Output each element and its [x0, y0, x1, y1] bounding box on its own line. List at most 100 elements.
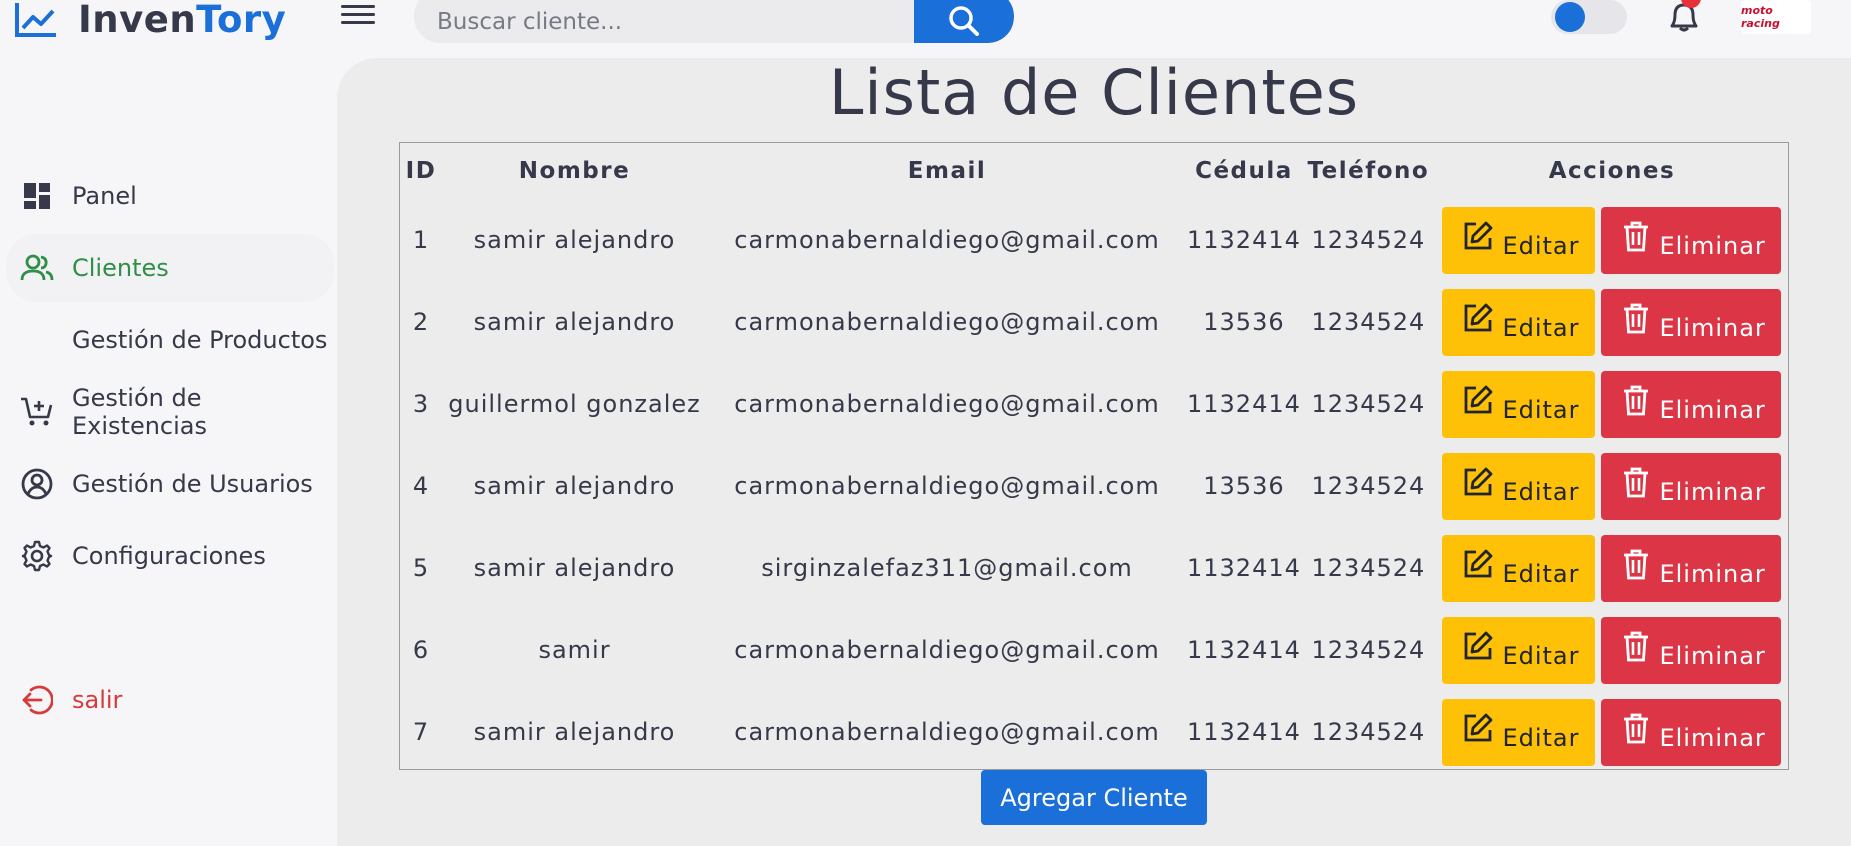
cell-id: 4: [412, 472, 430, 500]
column-header-id: ID: [405, 158, 437, 184]
table-row: 7 samir alejandro carmonabernaldiego@gmail…: [400, 691, 1788, 773]
edit-label: Editar: [1502, 477, 1580, 506]
delete-label: Eliminar: [1659, 559, 1766, 588]
edit-icon: [1465, 467, 1493, 495]
sidebar-item-label: Gestión de Existencias: [72, 384, 207, 440]
delete-label: Eliminar: [1659, 231, 1766, 260]
trash-icon: [1624, 221, 1649, 251]
sidebar-item-label: Panel: [72, 182, 137, 210]
edit-button[interactable]: Editar: [1442, 288, 1596, 356]
sidebar-item-existencias[interactable]: Gestión de Existencias: [6, 378, 334, 446]
edit-icon: [1465, 549, 1493, 577]
toggle-knob: [1555, 2, 1585, 32]
logout-icon: [20, 683, 54, 717]
search-button[interactable]: [914, 0, 1014, 43]
cell-telefono: 1234524: [1311, 226, 1426, 254]
sidebar-item-productos[interactable]: Gestión de Productos: [6, 306, 334, 374]
trash-icon: [1624, 467, 1649, 497]
clients-table: ID Nombre Email Cédula Teléfono Acciones…: [399, 142, 1789, 770]
column-header-nombre: Nombre: [518, 158, 631, 184]
cell-actions: Editar Eliminar: [1436, 363, 1788, 445]
delete-label: Eliminar: [1659, 641, 1766, 670]
chart-line-icon: [15, 3, 56, 37]
column-header-cedula: Cédula: [1195, 158, 1293, 184]
page-title: Lista de Clientes: [828, 56, 1360, 129]
cell-cedula: 1132414: [1187, 718, 1301, 746]
delete-label: Eliminar: [1659, 313, 1766, 342]
cell-email: carmonabernaldiego@gmail.com: [734, 472, 1160, 500]
avatar-logo: moto racing: [1741, 4, 1780, 30]
edit-button[interactable]: Editar: [1442, 698, 1596, 766]
delete-button[interactable]: Eliminar: [1601, 452, 1782, 520]
edit-label: Editar: [1502, 395, 1580, 424]
sidebar-item-clientes[interactable]: Clientes: [6, 234, 334, 302]
cell-actions: Editar Eliminar: [1436, 281, 1788, 363]
cell-cedula: 1132414: [1187, 636, 1301, 664]
sidebar-item-panel[interactable]: Panel: [6, 162, 334, 230]
cell-actions: Editar Eliminar: [1436, 691, 1788, 773]
edit-button[interactable]: Editar: [1442, 370, 1596, 438]
sidebar-item-label: Gestión de Usuarios: [72, 470, 313, 498]
users-icon: [20, 251, 54, 285]
cell-cedula: 1132414: [1187, 226, 1301, 254]
delete-label: Eliminar: [1659, 395, 1766, 424]
product-icon: [20, 323, 54, 357]
delete-button[interactable]: Eliminar: [1601, 288, 1782, 356]
search-input[interactable]: [414, 0, 914, 43]
cell-telefono: 1234524: [1311, 554, 1426, 582]
app-logo[interactable]: InvenTory: [14, 0, 286, 40]
delete-button[interactable]: Eliminar: [1601, 534, 1782, 602]
cell-cedula: 1132414: [1187, 554, 1301, 582]
cell-email: carmonabernaldiego@gmail.com: [734, 718, 1160, 746]
cell-cedula: 1132414: [1187, 390, 1301, 418]
table-row: 2 samir alejandro carmonabernaldiego@gmail…: [400, 281, 1788, 363]
table-row: 5 samir alejandro sirginzalefaz311@gmail.c…: [400, 527, 1788, 609]
add-client-button[interactable]: Agregar Cliente: [981, 770, 1207, 825]
search-bar: [414, 0, 1014, 43]
cell-nombre: samir alejandro: [473, 308, 676, 336]
cell-id: 1: [412, 226, 430, 254]
edit-button[interactable]: Editar: [1442, 534, 1596, 602]
column-header-telefono: Teléfono: [1307, 158, 1430, 184]
search-icon: [949, 5, 979, 36]
menu-icon[interactable]: [341, 0, 375, 30]
sidebar-item-configuraciones[interactable]: Configuraciones: [6, 522, 334, 590]
cell-nombre: samir alejandro: [473, 472, 676, 500]
edit-icon: [1465, 221, 1493, 249]
sidebar-item-usuarios[interactable]: Gestión de Usuarios: [6, 450, 334, 518]
delete-label: Eliminar: [1659, 477, 1766, 506]
dashboard-icon: [20, 179, 54, 213]
edit-button[interactable]: Editar: [1442, 616, 1596, 684]
delete-button[interactable]: Eliminar: [1601, 616, 1782, 684]
table-row: 1 samir alejandro carmonabernaldiego@gmail…: [400, 199, 1788, 281]
cell-actions: Editar Eliminar: [1436, 609, 1788, 691]
column-header-acciones: Acciones: [1548, 158, 1676, 184]
edit-icon: [1465, 631, 1493, 659]
cell-email: carmonabernaldiego@gmail.com: [734, 226, 1160, 254]
cell-telefono: 1234524: [1311, 390, 1426, 418]
table-header-row: ID Nombre Email Cédula Teléfono Acciones: [400, 143, 1788, 199]
cell-cedula: 13536: [1203, 308, 1285, 336]
sidebar-item-label: Clientes: [72, 254, 169, 282]
edit-button[interactable]: Editar: [1442, 452, 1596, 520]
cell-email: carmonabernaldiego@gmail.com: [734, 390, 1160, 418]
delete-button[interactable]: Eliminar: [1601, 206, 1782, 274]
cell-actions: Editar Eliminar: [1436, 527, 1788, 609]
delete-button[interactable]: Eliminar: [1601, 370, 1782, 438]
logout-button[interactable]: salir: [6, 666, 334, 734]
edit-label: Editar: [1502, 723, 1580, 752]
notifications-button[interactable]: [1664, 0, 1704, 34]
cell-cedula: 13536: [1203, 472, 1285, 500]
trash-icon: [1624, 713, 1649, 743]
cell-telefono: 1234524: [1311, 308, 1426, 336]
trash-icon: [1624, 631, 1649, 661]
cell-id: 2: [412, 308, 430, 336]
theme-toggle[interactable]: [1551, 0, 1627, 34]
edit-label: Editar: [1502, 313, 1580, 342]
cell-telefono: 1234524: [1311, 472, 1426, 500]
delete-button[interactable]: Eliminar: [1601, 698, 1782, 766]
avatar[interactable]: moto racing: [1741, 0, 1811, 34]
cell-email: carmonabernaldiego@gmail.com: [734, 636, 1160, 664]
edit-button[interactable]: Editar: [1442, 206, 1596, 274]
cell-nombre: samir alejandro: [473, 226, 676, 254]
